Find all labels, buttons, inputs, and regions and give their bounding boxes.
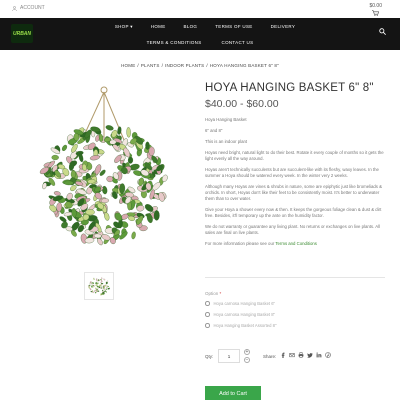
option-label-text: Option bbox=[205, 291, 219, 296]
breadcrumb: HOME / PLANTS / INDOOR PLANTS / HOYA HANGING B… bbox=[121, 63, 279, 68]
share-icons bbox=[280, 352, 331, 358]
breadcrumb-home[interactable]: HOME bbox=[121, 63, 135, 68]
breadcrumb-current: HOYA HANGING BASKET 6" 8" bbox=[209, 63, 279, 68]
leaf bbox=[53, 191, 61, 196]
divider bbox=[205, 277, 385, 278]
desc-line: This is an indoor plant bbox=[205, 139, 248, 144]
leaf bbox=[101, 287, 104, 289]
radio-button[interactable] bbox=[205, 301, 210, 306]
radio-button[interactable] bbox=[205, 312, 210, 317]
leaf bbox=[105, 290, 107, 293]
leaf bbox=[93, 290, 96, 292]
desc-line: Hoya Hanging Basket bbox=[205, 117, 247, 122]
leaf bbox=[103, 278, 106, 281]
product-thumbnail[interactable] bbox=[84, 272, 114, 300]
leaf bbox=[89, 155, 100, 161]
leaf bbox=[61, 144, 68, 151]
desc-line: 6" and 8" bbox=[205, 128, 223, 133]
leaf bbox=[93, 233, 102, 239]
nav-item-shop[interactable]: SHOP ▾ bbox=[115, 24, 133, 30]
desc-line: Although many Hoyas are vines & shrubs i… bbox=[205, 184, 382, 201]
terms-link[interactable]: Terms and Conditions bbox=[275, 241, 317, 246]
option-radio-6in[interactable]: Hoya carnosa Hanging Basket 6" bbox=[205, 301, 275, 306]
cart-link[interactable]: $0.00 bbox=[369, 3, 382, 16]
radio-button[interactable] bbox=[205, 323, 210, 328]
top-bar: ACCOUNT $0.00 bbox=[0, 0, 400, 18]
account-link[interactable]: ACCOUNT bbox=[12, 5, 45, 11]
leaf bbox=[105, 125, 114, 131]
product-image[interactable] bbox=[12, 80, 195, 263]
nav-item-blog[interactable]: BLOG bbox=[184, 24, 198, 30]
leaf bbox=[70, 170, 76, 178]
chevron-down-icon: ▾ bbox=[130, 24, 133, 29]
option-radio-8in[interactable]: Hoya carnosa Hanging Basket 8" bbox=[205, 312, 275, 317]
leaf bbox=[126, 127, 131, 138]
twitter-icon[interactable] bbox=[307, 352, 313, 358]
leaf bbox=[109, 139, 117, 145]
product-description: Hoya Hanging Basket 6" and 8" This is an… bbox=[205, 117, 385, 252]
leaf bbox=[103, 287, 105, 289]
nav-item-delivery[interactable]: DELIVERY bbox=[271, 24, 296, 30]
leaf bbox=[78, 153, 84, 163]
nav-item-terms-of-use[interactable]: TERMS OF USE bbox=[215, 24, 252, 30]
leaf bbox=[127, 156, 134, 164]
desc-line: We do not warranty or guarantee any livi… bbox=[205, 224, 380, 235]
logo-text: URBAN bbox=[12, 30, 32, 37]
option-text: Hoya carnosa Hanging Basket 6" bbox=[213, 301, 276, 306]
option-text: Hoya Hanging Basket Assorted 8" bbox=[213, 323, 277, 328]
pinterest-icon[interactable] bbox=[325, 352, 331, 358]
nav-item-home[interactable]: HOME bbox=[151, 24, 166, 30]
breadcrumb-indoor-plants[interactable]: INDOOR PLANTS bbox=[165, 63, 204, 68]
qty-decrement-button[interactable]: − bbox=[244, 357, 250, 363]
required-mark: * bbox=[219, 291, 222, 296]
leaf bbox=[104, 212, 110, 221]
email-icon[interactable] bbox=[289, 352, 295, 358]
nav-item-terms-conditions[interactable]: TERMS & CONDITIONS bbox=[147, 40, 202, 45]
print-icon[interactable] bbox=[298, 352, 304, 358]
desc-line: Give your Hoya a shower every now & then… bbox=[205, 207, 382, 218]
more-info: For more information please see our Term… bbox=[205, 241, 385, 247]
nav-row-1: SHOP ▾ HOME BLOG TERMS OF USE DELIVERY bbox=[0, 24, 400, 30]
leaf bbox=[131, 231, 136, 240]
leaf bbox=[51, 154, 59, 161]
account-label: ACCOUNT bbox=[20, 5, 45, 11]
cart-total: $0.00 bbox=[369, 3, 382, 9]
leaf bbox=[100, 283, 104, 285]
option-label: Option * bbox=[205, 291, 221, 296]
leaf bbox=[153, 210, 160, 221]
leaf bbox=[101, 277, 103, 279]
facebook-icon[interactable] bbox=[280, 352, 286, 358]
quantity-input[interactable]: 1 bbox=[218, 349, 240, 363]
product-title: HOYA HANGING BASKET 6" 8" bbox=[205, 82, 374, 94]
option-text: Hoya carnosa Hanging Basket 8" bbox=[213, 312, 276, 317]
foliage bbox=[39, 125, 168, 246]
leaf bbox=[90, 291, 93, 293]
user-icon bbox=[12, 5, 17, 11]
more-info-text: For more information please see our bbox=[205, 241, 276, 246]
leaf bbox=[56, 202, 63, 212]
option-radio-assorted[interactable]: Hoya Hanging Basket Assorted 8" bbox=[205, 323, 276, 328]
leaf bbox=[73, 133, 80, 142]
main-nav: URBAN SHOP ▾ HOME BLOG TERMS OF USE DELI… bbox=[0, 18, 400, 50]
breadcrumb-plants[interactable]: PLANTS bbox=[141, 63, 160, 68]
leaf bbox=[145, 141, 150, 150]
nav-item-contact-us[interactable]: CONTACT US bbox=[222, 40, 254, 45]
desc-line: Hoyas need bright, natural light to do t… bbox=[205, 150, 384, 161]
leaf bbox=[97, 290, 100, 292]
leaf bbox=[95, 287, 97, 290]
qty-label: Qty: bbox=[205, 354, 214, 359]
search-icon[interactable] bbox=[379, 28, 386, 35]
add-to-cart-button[interactable]: Add to Cart bbox=[205, 386, 261, 400]
product-price: $40.00 - $60.00 bbox=[205, 98, 279, 110]
desc-line: Hoyas aren't technically succulents but … bbox=[205, 167, 379, 178]
share-label: Share: bbox=[263, 354, 277, 359]
leaf bbox=[100, 293, 102, 296]
qty-increment-button[interactable]: + bbox=[244, 349, 250, 355]
nav-item-label: SHOP bbox=[114, 24, 129, 29]
nav-row-2: TERMS & CONDITIONS CONTACT US bbox=[0, 40, 400, 45]
cart-icon bbox=[372, 10, 380, 16]
linkedin-icon[interactable] bbox=[316, 352, 322, 358]
leaf bbox=[71, 208, 77, 218]
